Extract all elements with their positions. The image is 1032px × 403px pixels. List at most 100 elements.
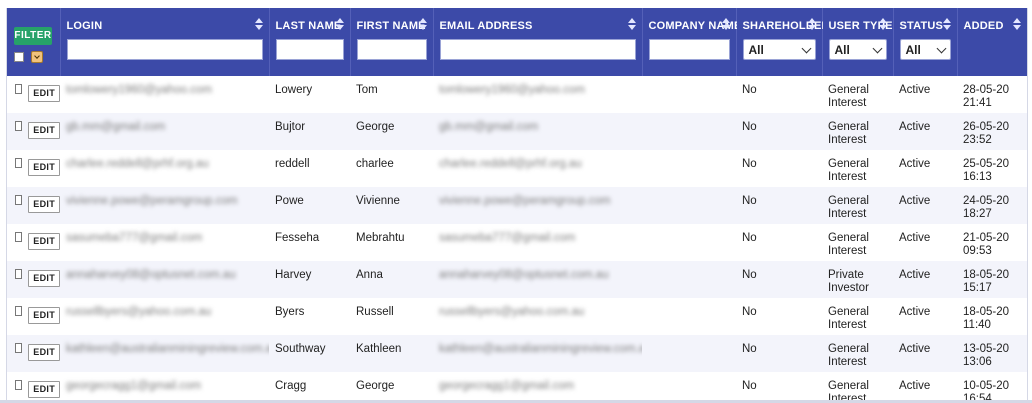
row-checkbox[interactable] (15, 269, 23, 279)
login-value: sasumeba777@gmail.com (66, 232, 203, 244)
edit-button[interactable]: EDIT (28, 307, 60, 324)
column-label: LAST NAME (275, 20, 342, 32)
user-type-line-2: Interest (828, 134, 867, 146)
user-type-line-2: Interest (828, 245, 867, 257)
column-header-company[interactable]: COMPANY NAME (642, 8, 741, 76)
cell-email: russellbyers@yahoo.com.au (433, 298, 642, 335)
cell-status: Active (899, 158, 931, 170)
edit-button[interactable]: EDIT (28, 122, 60, 139)
shareholder-filter-select[interactable]: All (742, 39, 816, 60)
row-actions-cell: EDIT (7, 76, 60, 113)
cell-added: 26-05-20 23:52 (957, 113, 1027, 150)
company-filter-input[interactable] (648, 39, 730, 60)
column-header-last-name[interactable]: LAST NAME (269, 8, 351, 76)
edit-button[interactable]: EDIT (28, 381, 60, 398)
cell-user-type: General Interest (822, 187, 893, 224)
select-all-checkbox[interactable] (14, 52, 24, 62)
user-type-filter-select[interactable]: All (828, 39, 887, 60)
user-type-line-1: General (828, 121, 869, 133)
edit-button[interactable]: EDIT (28, 196, 60, 213)
login-value: tomlowery1960@yahoo.com (66, 84, 212, 96)
row-checkbox[interactable] (15, 195, 23, 205)
cell-company (642, 76, 736, 113)
chevron-down-icon (801, 43, 811, 53)
row-checkbox[interactable] (15, 343, 23, 353)
column-label: ADDED (963, 20, 1004, 32)
sort-icon[interactable] (254, 18, 263, 30)
cell-shareholder: No (742, 380, 757, 392)
filter-button[interactable]: FILTER (14, 27, 52, 45)
sort-icon[interactable] (807, 18, 816, 30)
cell-shareholder: No (742, 84, 757, 96)
column-header-first-name[interactable]: FIRST NAME (350, 8, 434, 76)
sort-icon[interactable] (627, 18, 636, 30)
user-type-line-2: Interest (828, 319, 867, 331)
table-row: EDIT tomlowery1960@yahoo.com Lowery Tom toml… (7, 76, 1027, 113)
user-type-line-1: General (828, 84, 869, 96)
edit-button[interactable]: EDIT (28, 85, 60, 102)
login-filter-input[interactable] (66, 39, 263, 60)
column-header-login[interactable]: LOGIN (60, 8, 270, 76)
user-type-line-1: Private (828, 269, 864, 281)
row-checkbox[interactable] (15, 232, 23, 242)
table-body: EDIT tomlowery1960@yahoo.com Lowery Tom toml… (7, 76, 1027, 403)
cell-user-type: General Interest (822, 335, 893, 372)
select-value: All (748, 42, 764, 57)
bulk-actions-toggle[interactable] (31, 51, 43, 63)
chevron-down-icon (872, 43, 882, 53)
edit-button[interactable]: EDIT (28, 344, 60, 361)
table-row: EDIT gb.mm@gmail.com Bujtor George gb.mm@gma… (7, 113, 1027, 150)
cell-user-type: General Interest (822, 298, 893, 335)
status-filter-select[interactable]: All (899, 39, 951, 60)
cell-status: Active (893, 335, 957, 372)
cell-company (642, 261, 736, 298)
table-row: EDIT russellbyers@yahoo.com.au Byers Russel… (7, 298, 1027, 335)
chevron-down-icon (34, 53, 40, 59)
edit-button[interactable]: EDIT (28, 233, 60, 250)
edit-button[interactable]: EDIT (28, 159, 60, 176)
row-actions-cell: EDIT (7, 372, 60, 403)
cell-added: 10-05-20 16:54 (963, 380, 1010, 403)
cell-user-type: General Interest (822, 150, 893, 187)
sort-icon[interactable] (942, 18, 951, 30)
row-checkbox[interactable] (15, 84, 23, 94)
cell-first-name: Russell (356, 306, 394, 318)
cell-first-name: George (356, 380, 395, 392)
row-checkbox[interactable] (15, 380, 23, 390)
cell-added: 18-05-20 15:17 (957, 261, 1027, 298)
cell-login: russellbyers@yahoo.com.au (60, 298, 269, 335)
cell-company (642, 113, 736, 150)
last-name-filter-input[interactable] (275, 39, 344, 60)
row-checkbox[interactable] (15, 158, 23, 168)
login-value: charlee.reddell@prhf.org.au (66, 158, 209, 170)
column-header-added[interactable]: ADDED (957, 8, 1027, 76)
column-label: SHAREHOLDER (742, 20, 830, 32)
cell-user-type: General Interest (822, 113, 893, 150)
edit-button[interactable]: EDIT (28, 270, 60, 287)
cell-last-name: Harvey (269, 261, 350, 298)
sort-icon[interactable] (878, 18, 887, 30)
cell-company (642, 150, 736, 187)
column-header-user-type[interactable]: USER TYPE All (822, 8, 894, 76)
first-name-filter-input[interactable] (356, 39, 427, 60)
row-checkbox[interactable] (15, 121, 23, 131)
cell-first-name: Vivienne (350, 187, 433, 224)
user-type-line-1: General (828, 158, 869, 170)
user-type-line-1: General (828, 343, 869, 355)
sort-icon[interactable] (721, 18, 730, 30)
cell-email: annaharvey08@optusnet.com.au (433, 261, 642, 298)
sort-icon[interactable] (335, 18, 344, 30)
column-header-status[interactable]: STATUS All (893, 8, 958, 76)
sort-icon[interactable] (418, 18, 427, 30)
cell-last-name: Fesseha (275, 232, 320, 244)
column-header-shareholder[interactable]: SHAREHOLDER All (736, 8, 829, 76)
column-label: FIRST NAME (356, 20, 426, 32)
column-header-email[interactable]: EMAIL ADDRESS (433, 8, 643, 76)
row-checkbox[interactable] (15, 306, 23, 316)
cell-last-name: Lowery (275, 84, 313, 96)
user-type-line-1: General (828, 380, 869, 392)
email-filter-input[interactable] (439, 39, 636, 60)
user-type-line-2: Investor (828, 282, 869, 294)
cell-first-name: Tom (356, 84, 378, 96)
sort-icon[interactable] (1013, 18, 1021, 30)
